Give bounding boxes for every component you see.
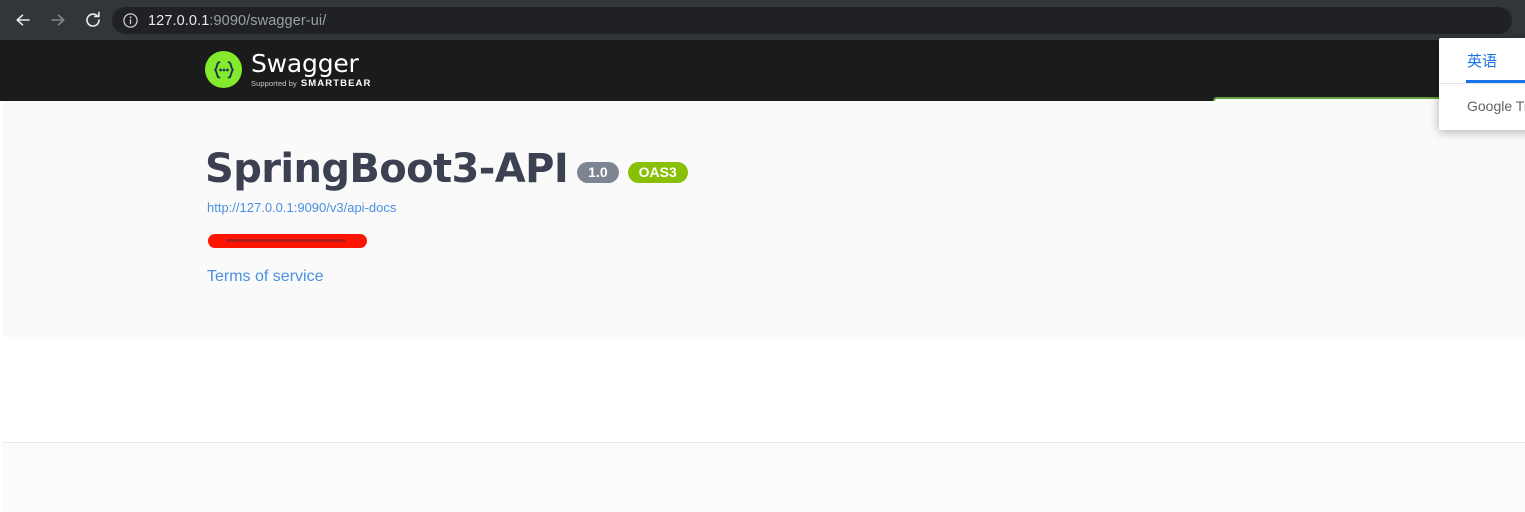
oas-badge: OAS3 — [627, 161, 688, 183]
url-path: :9090/swagger-ui/ — [209, 12, 327, 29]
swagger-logo[interactable]: Swagger Supported by SMARTBEAR — [205, 50, 371, 89]
translate-popup: 英语 Google Trans — [1439, 38, 1525, 130]
reload-button[interactable] — [80, 7, 106, 33]
swagger-brand-name: Swagger — [251, 49, 359, 78]
browser-toolbar: 127.0.0.1:9090/swagger-ui/ — [0, 0, 1525, 40]
arrow-left-icon — [13, 10, 33, 30]
supported-by-label: Supported by — [251, 79, 297, 88]
translate-popup-tabs: 英语 — [1439, 38, 1525, 84]
swagger-topbar: Swagger Supported by SMARTBEAR Select a … — [0, 40, 1525, 125]
tab-english[interactable]: 英语 — [1467, 51, 1497, 71]
api-info-block: SpringBoot3-API 1.0 OAS3 http://127.0.0.… — [3, 101, 1525, 337]
servers-block: Servers http://127.0.0.1:9090 - Inferred… — [3, 337, 1525, 443]
forward-button[interactable] — [45, 7, 71, 33]
page-title: SpringBoot3-API — [205, 146, 569, 192]
smartbear-brand: SMARTBEAR — [300, 78, 372, 89]
api-docs-link[interactable]: http://127.0.0.1:9090/v3/api-docs — [207, 200, 396, 215]
tags-block: Stu Main Tb Controller — [3, 444, 1525, 512]
translate-popup-body: Google Trans — [1467, 98, 1525, 114]
info-circle-icon[interactable] — [122, 12, 139, 29]
swagger-braces-icon — [205, 51, 242, 88]
back-button[interactable] — [10, 7, 36, 33]
terms-of-service-link[interactable]: Terms of service — [207, 268, 323, 286]
browser-window: 127.0.0.1:9090/swagger-ui/ Swagger Suppo… — [0, 0, 1525, 512]
swagger-page: SpringBoot3-API 1.0 OAS3 http://127.0.0.… — [0, 101, 1525, 512]
tab-active-indicator — [1466, 80, 1525, 83]
version-badge: 1.0 — [577, 161, 619, 183]
url-host: 127.0.0.1 — [148, 12, 210, 29]
reload-icon — [83, 10, 103, 30]
arrow-right-icon — [48, 10, 68, 30]
redaction-mark-description — [208, 234, 367, 248]
address-bar[interactable]: 127.0.0.1:9090/swagger-ui/ — [112, 7, 1512, 34]
api-title-row: SpringBoot3-API 1.0 OAS3 — [205, 147, 688, 191]
